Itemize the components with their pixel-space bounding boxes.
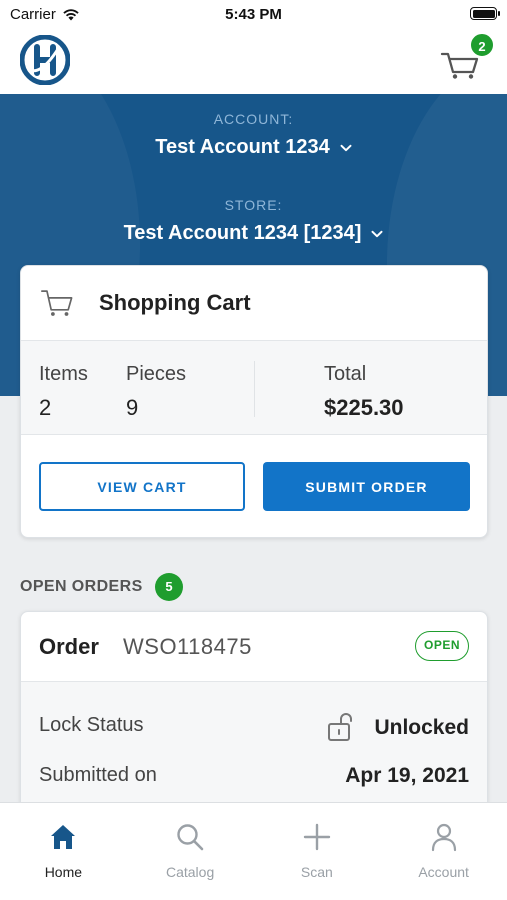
- lock-status-value: Unlocked: [374, 716, 469, 739]
- store-label: STORE:: [224, 197, 283, 213]
- store-value: Test Account 1234 [1234]: [123, 222, 362, 244]
- shopping-cart-card: Shopping Cart Items 2 Pieces 9 Total $22…: [20, 265, 488, 538]
- shopping-cart-title: Shopping Cart: [99, 290, 251, 315]
- tab-catalog-label: Catalog: [165, 864, 215, 880]
- tab-scan-label: Scan: [300, 864, 333, 880]
- battery-icon: [470, 7, 500, 20]
- status-time: 5:43 PM: [225, 6, 282, 23]
- store-selector[interactable]: Test Account 1234 [1234]: [0, 222, 507, 245]
- chevron-down-icon: [371, 230, 383, 237]
- tab-bar: Home Catalog Scan Account: [0, 802, 507, 900]
- order-header: Order WSO118475 OPEN: [21, 612, 487, 682]
- open-orders-title: OPEN ORDERS: [20, 578, 143, 595]
- tab-home[interactable]: Home: [0, 803, 127, 900]
- tab-account-label: Account: [418, 864, 469, 880]
- lock-status-label: Lock Status: [39, 714, 144, 736]
- view-cart-button[interactable]: VIEW CART: [39, 462, 245, 511]
- submit-order-button[interactable]: SUBMIT ORDER: [263, 462, 470, 511]
- submitted-on-label: Submitted on: [39, 764, 157, 786]
- plus-icon: [303, 823, 331, 851]
- tab-home-label: Home: [44, 864, 83, 880]
- account-value: Test Account 1234: [155, 136, 330, 158]
- tab-account[interactable]: Account: [380, 803, 507, 900]
- pieces-label: Pieces: [126, 363, 187, 385]
- app-header: 2: [0, 30, 507, 94]
- status-bar: Carrier 5:43 PM: [0, 0, 507, 30]
- stats-divider: [254, 361, 255, 417]
- shopping-cart-header: Shopping Cart: [21, 266, 487, 341]
- cart-count-badge: 2: [469, 32, 495, 58]
- pieces-value: 9: [126, 395, 139, 420]
- cart-icon: [41, 290, 73, 316]
- cart-stats: Items 2 Pieces 9 Total $225.30: [21, 341, 487, 435]
- items-value: 2: [39, 395, 52, 420]
- tab-catalog[interactable]: Catalog: [127, 803, 254, 900]
- search-icon: [177, 824, 204, 851]
- order-number: WSO118475: [123, 634, 252, 659]
- chevron-down-icon: [340, 144, 352, 151]
- total-value: $225.30: [324, 395, 404, 420]
- brand-logo-icon[interactable]: [20, 35, 70, 85]
- open-orders-count-badge: 5: [155, 573, 183, 601]
- person-icon: [431, 823, 456, 852]
- order-word: Order: [39, 634, 99, 659]
- total-label: Total: [324, 363, 367, 385]
- tab-scan[interactable]: Scan: [254, 803, 381, 900]
- account-selector[interactable]: Test Account 1234: [0, 136, 507, 159]
- status-badge: OPEN: [415, 631, 469, 661]
- home-icon: [51, 825, 76, 849]
- unlock-icon: [328, 713, 352, 741]
- submitted-on-value: Apr 19, 2021: [345, 764, 469, 787]
- items-label: Items: [39, 363, 88, 385]
- account-label: ACCOUNT:: [213, 111, 294, 127]
